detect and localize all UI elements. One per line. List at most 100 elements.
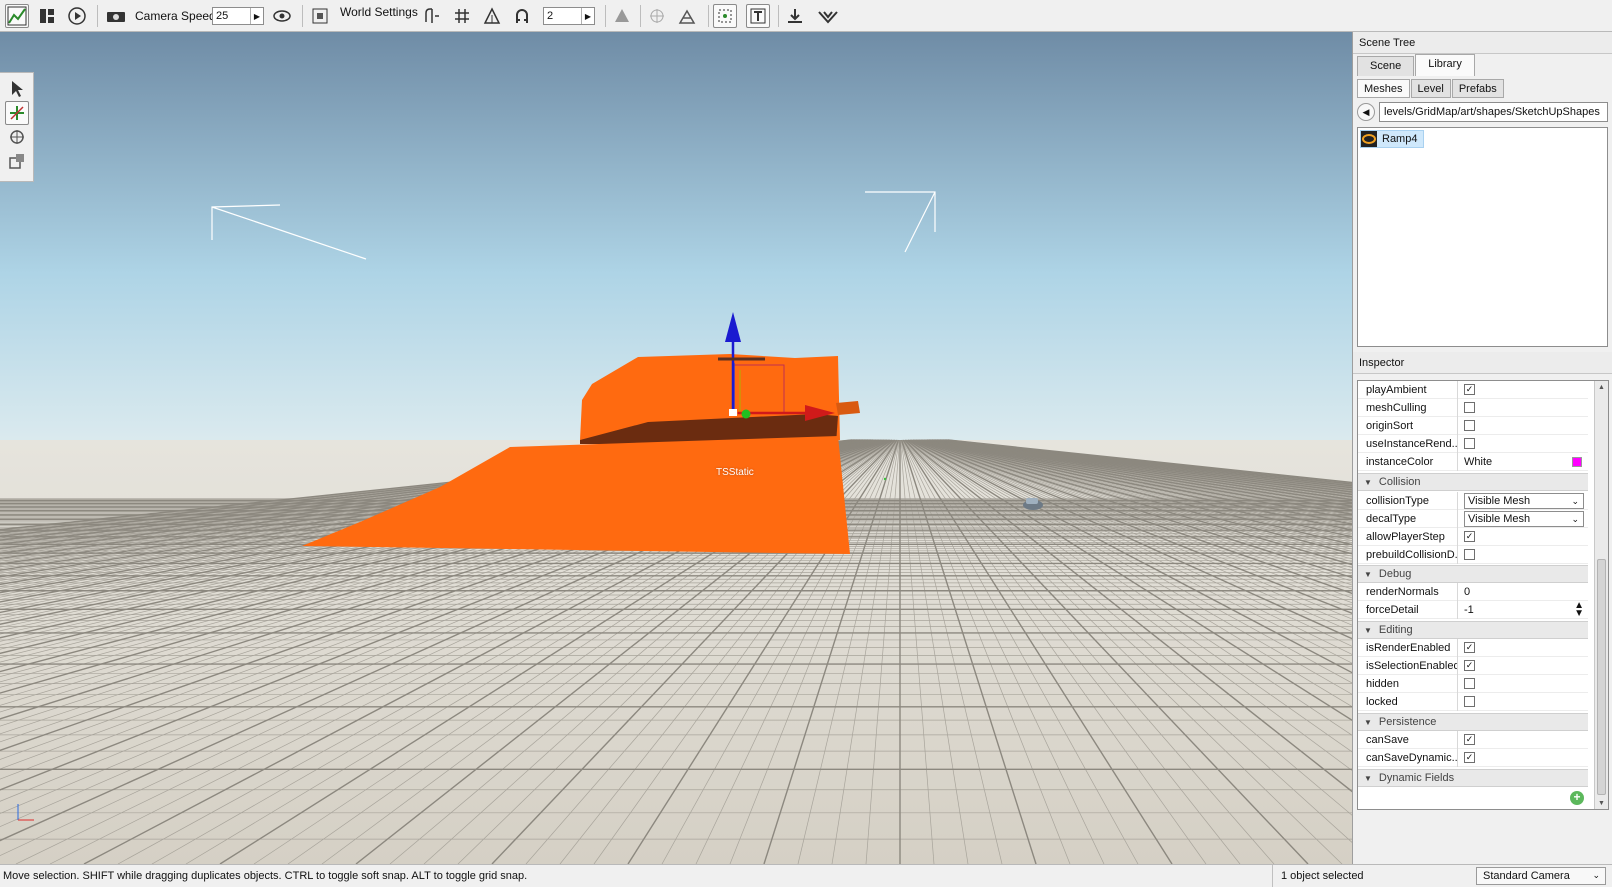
field-label: originSort (1358, 416, 1458, 435)
separator (302, 5, 303, 27)
field-row: isRenderEnabled ✓ (1358, 638, 1588, 657)
checkbox[interactable]: ✓ (1464, 384, 1475, 395)
grid-snap-icon[interactable] (450, 4, 474, 28)
inspector-scrollbar[interactable]: ▲ ▼ (1594, 381, 1608, 809)
checkbox[interactable] (1464, 678, 1475, 689)
snap-soft-icon[interactable] (420, 4, 444, 28)
scroll-down-icon[interactable]: ▼ (1595, 797, 1608, 809)
decal-type-select[interactable]: Visible Mesh ⌄ (1464, 510, 1584, 527)
render-normals-field[interactable]: 0 (1458, 583, 1588, 601)
group-persistence[interactable]: ▼ Persistence (1358, 713, 1588, 731)
camera-mode-select[interactable]: Standard Camera ⌄ (1476, 867, 1606, 885)
library-list[interactable]: Ramp4 (1357, 127, 1608, 347)
chevron-down-icon: ⌄ (1571, 495, 1579, 506)
world-settings-label[interactable]: World Settings (340, 5, 418, 19)
checkbox[interactable]: ✓ (1464, 660, 1475, 671)
3d-viewport[interactable]: TSStatic (0, 32, 1352, 864)
drop-object-icon[interactable] (816, 4, 840, 28)
force-detail-field[interactable]: -1 ▲ ▼ (1458, 600, 1588, 619)
chevron-down-icon: ▼ (1364, 569, 1372, 579)
add-field-icon[interactable]: + (1570, 791, 1584, 805)
fit-view-icon[interactable] (308, 4, 332, 28)
collision-type-select[interactable]: Visible Mesh ⌄ (1464, 492, 1584, 509)
tab-meshes[interactable]: Meshes (1357, 79, 1410, 98)
eye-icon[interactable] (270, 4, 294, 28)
color-swatch[interactable] (1572, 456, 1582, 467)
group-editing[interactable]: ▼ Editing (1358, 621, 1588, 639)
object-transform-icon[interactable] (675, 4, 699, 28)
tab-library[interactable]: Library (1415, 54, 1475, 76)
field-label: forceDetail (1358, 600, 1458, 619)
separator (778, 5, 779, 27)
select-arrow-icon[interactable] (5, 77, 29, 101)
world-editor-icon[interactable] (5, 4, 29, 28)
inspector-body[interactable]: playAmbient ✓ meshCulling originSort useI… (1357, 380, 1609, 810)
tab-prefabs[interactable]: Prefabs (1451, 79, 1504, 98)
field-row: forceDetail -1 ▲ ▼ (1358, 600, 1588, 619)
object-center-icon[interactable] (610, 4, 634, 28)
grid-size-field[interactable]: 2 ▶ (543, 7, 595, 25)
select-value: Standard Camera (1483, 870, 1570, 882)
library-subtabs: Meshes Level Prefabs (1353, 79, 1612, 99)
drop-at-camera-icon[interactable] (783, 4, 807, 28)
selection-box-icon[interactable] (713, 4, 737, 28)
scale-tool-icon[interactable] (5, 149, 29, 173)
field-row: useInstanceRend... (1358, 434, 1588, 453)
tab-level[interactable]: Level (1410, 79, 1451, 98)
group-collision[interactable]: ▼ Collision (1358, 473, 1588, 491)
spinner-icon[interactable]: ▲ ▼ (1574, 600, 1584, 618)
field-label: locked (1358, 692, 1458, 711)
scrollbar-thumb[interactable] (1597, 559, 1606, 795)
field-label: instanceColor (1358, 452, 1458, 471)
main-toolbar: Camera Speed 25 ▶ World Settings 2 ▶ (0, 0, 1612, 32)
object-label: TSStatic (716, 467, 754, 478)
checkbox[interactable]: ✓ (1464, 734, 1475, 745)
field-row: isSelectionEnabled ✓ (1358, 656, 1588, 675)
group-debug[interactable]: ▼ Debug (1358, 565, 1588, 583)
library-path-field[interactable]: levels/GridMap/art/shapes/SketchUpShapes (1379, 102, 1608, 122)
group-label: Collision (1378, 476, 1421, 488)
camera-speed-field[interactable]: 25 ▶ (212, 7, 264, 25)
magnet-icon[interactable] (510, 4, 534, 28)
checkbox[interactable] (1464, 696, 1475, 707)
tab-scene[interactable]: Scene (1357, 56, 1415, 76)
list-item-label: Ramp4 (1382, 133, 1418, 145)
checkbox[interactable] (1464, 420, 1475, 431)
group-dynamic-fields[interactable]: ▼ Dynamic Fields (1358, 769, 1588, 787)
group-label: Editing (1378, 624, 1413, 636)
scroll-up-icon[interactable]: ▲ (1595, 381, 1608, 393)
chevron-right-icon[interactable]: ▶ (581, 8, 594, 24)
scene-tree-title: Scene Tree (1353, 32, 1612, 54)
status-message: Move selection. SHIFT while dragging dup… (3, 870, 528, 882)
text-labels-icon[interactable] (746, 4, 770, 28)
checkbox[interactable]: ✓ (1464, 752, 1475, 763)
checkbox[interactable] (1464, 402, 1475, 413)
rotate-tool-icon[interactable] (5, 125, 29, 149)
scene-render (0, 32, 1352, 864)
move-tool-icon[interactable] (5, 101, 29, 125)
back-arrow-icon[interactable]: ◀ (1357, 103, 1375, 121)
checkbox[interactable]: ✓ (1464, 531, 1475, 542)
play-icon[interactable] (65, 4, 89, 28)
field-label: prebuildCollisionD... (1358, 545, 1458, 564)
color-value[interactable]: White (1464, 456, 1492, 468)
checkbox[interactable]: ✓ (1464, 642, 1475, 653)
chevron-right-icon[interactable]: ▶ (250, 8, 263, 24)
grid-size-value: 2 (547, 10, 554, 22)
checkbox[interactable] (1464, 549, 1475, 560)
list-item[interactable]: Ramp4 (1360, 130, 1425, 148)
camera-icon[interactable] (104, 4, 128, 28)
tool-palette (0, 72, 34, 182)
checkbox[interactable] (1464, 438, 1475, 449)
field-row: hidden (1358, 674, 1588, 693)
field-label: isSelectionEnabled (1358, 656, 1458, 675)
separator (640, 5, 641, 27)
field-label: canSave (1358, 730, 1458, 749)
field-row: renderNormals 0 (1358, 582, 1588, 601)
gui-editor-icon[interactable] (35, 4, 59, 28)
snap-bounds-icon[interactable] (480, 4, 504, 28)
field-row: collisionType Visible Mesh ⌄ (1358, 491, 1588, 510)
world-transform-icon[interactable] (645, 4, 669, 28)
selection-count: 1 object selected (1272, 865, 1470, 887)
group-label: Dynamic Fields (1378, 772, 1455, 784)
